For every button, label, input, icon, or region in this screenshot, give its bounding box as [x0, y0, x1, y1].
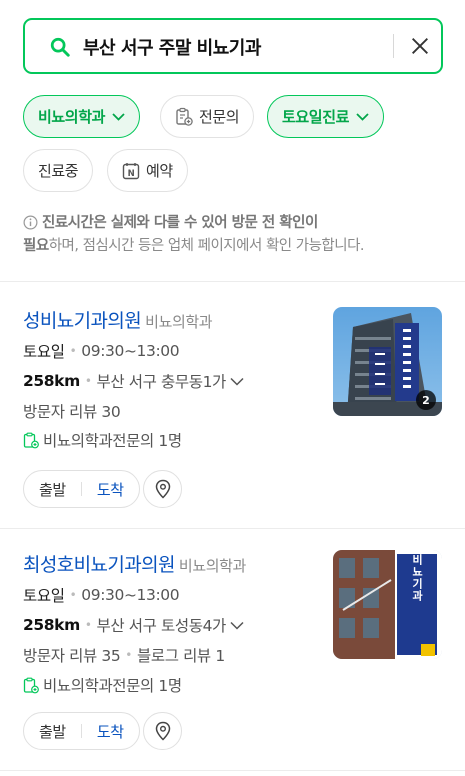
notice-rest: 하며, 점심시간 등은 업체 페이지에서 확인 가능합니다.	[48, 238, 365, 254]
blog-reviews: 블로그 리뷰 1	[136, 647, 225, 665]
distance: 258km	[23, 372, 80, 390]
chevron-down-icon	[356, 112, 369, 121]
place-name-link[interactable]: 성비뇨기과의원 비뇨의학과	[23, 306, 213, 333]
depart-button[interactable]: 출발	[24, 721, 81, 742]
sign-text: 최성호비뇨기과	[411, 550, 424, 602]
search-input[interactable]: 부산 서구 주말 비뇨기과	[83, 34, 261, 60]
visitor-reviews: 방문자 리뷰 30	[23, 403, 121, 421]
route-buttons: 출발 도착	[23, 470, 140, 508]
close-icon[interactable]	[409, 35, 431, 57]
naver-booking-icon: N	[122, 162, 140, 179]
section-divider	[0, 281, 465, 282]
hours-notice: 진료시간은 실제와 다를 수 있어 방문 전 확인이필요하며, 점심시간 등은 …	[23, 212, 448, 258]
place-name-link[interactable]: 최성호비뇨기과의원 비뇨의학과	[23, 550, 246, 577]
notice-bold-tail: 필요	[23, 238, 49, 254]
filter-specialist-label: 전문의	[199, 108, 240, 126]
map-pin-icon	[155, 479, 170, 499]
open-hours: 09:30~13:00	[81, 586, 180, 604]
chevron-down-icon	[112, 112, 125, 121]
filter-day-label: 토요일진료	[282, 108, 350, 126]
distance: 258km	[23, 616, 80, 634]
place-name[interactable]: 최성호비뇨기과의원	[23, 554, 176, 576]
arrive-button[interactable]: 도착	[82, 721, 139, 742]
filter-reservation-label: 예약	[146, 162, 173, 180]
section-divider	[0, 770, 465, 771]
map-pin-button[interactable]	[143, 712, 182, 750]
open-day: 토요일	[23, 587, 65, 605]
search-icon	[50, 37, 70, 57]
info-icon	[23, 215, 38, 230]
address: 부산 서구 충무동1가	[96, 373, 227, 391]
filter-specialty[interactable]: 비뇨의학과	[23, 95, 141, 138]
location-row: 258km • 부산 서구 충무동1가	[23, 370, 244, 392]
specialist-row: 비뇨의학과전문의 1명	[23, 429, 182, 451]
specialist-row: 비뇨의학과전문의 1명	[23, 674, 182, 696]
map-pin-icon	[155, 721, 170, 741]
chevron-down-icon[interactable]	[230, 621, 244, 630]
search-box[interactable]: 부산 서구 주말 비뇨기과	[23, 18, 443, 74]
clipboard-plus-icon	[23, 677, 39, 693]
hours-row: 토요일 • 09:30~13:00	[23, 342, 180, 361]
route-buttons: 출발 도착	[23, 712, 140, 750]
place-category: 비뇨의학과	[145, 313, 213, 331]
search-divider	[393, 34, 394, 58]
building-photo: 최성호비뇨기과	[333, 550, 442, 659]
place-category: 비뇨의학과	[178, 557, 246, 575]
visitor-reviews: 방문자 리뷰 35	[23, 647, 121, 665]
review-row: 방문자 리뷰 30	[23, 400, 121, 422]
hours-row: 토요일 • 09:30~13:00	[23, 586, 180, 605]
photo-count-badge: 2	[416, 390, 436, 410]
clipboard-plus-icon	[176, 107, 193, 126]
notice-bold-line: 진료시간은 실제와 다를 수 있어 방문 전 확인이	[42, 215, 318, 231]
place-photo[interactable]: 2	[333, 307, 442, 416]
filter-day[interactable]: 토요일진료	[267, 95, 385, 138]
place-photo[interactable]: 최성호비뇨기과	[333, 550, 442, 659]
filter-specialist[interactable]: 전문의	[160, 95, 255, 138]
filter-reservation[interactable]: N 예약	[107, 149, 188, 192]
review-row: 방문자 리뷰 35 • 블로그 리뷰 1	[23, 644, 225, 666]
depart-button[interactable]: 출발	[24, 479, 81, 500]
place-name[interactable]: 성비뇨기과의원	[23, 310, 142, 332]
filter-open-now[interactable]: 진료중	[23, 149, 94, 192]
address: 부산 서구 토성동4가	[96, 617, 227, 635]
specialist-count: 비뇨의학과전문의 1명	[43, 432, 182, 450]
location-row: 258km • 부산 서구 토성동4가	[23, 614, 244, 636]
filter-open-now-label: 진료중	[38, 162, 79, 180]
arrive-button[interactable]: 도착	[82, 479, 139, 500]
clipboard-plus-icon	[23, 432, 39, 448]
filter-specialty-label: 비뇨의학과	[38, 108, 106, 126]
section-divider	[0, 528, 465, 529]
svg-text:N: N	[128, 169, 135, 179]
map-pin-button[interactable]	[143, 470, 182, 508]
specialist-count: 비뇨의학과전문의 1명	[43, 677, 182, 695]
chevron-down-icon[interactable]	[230, 377, 244, 386]
open-day: 토요일	[23, 343, 65, 361]
open-hours: 09:30~13:00	[81, 342, 180, 360]
